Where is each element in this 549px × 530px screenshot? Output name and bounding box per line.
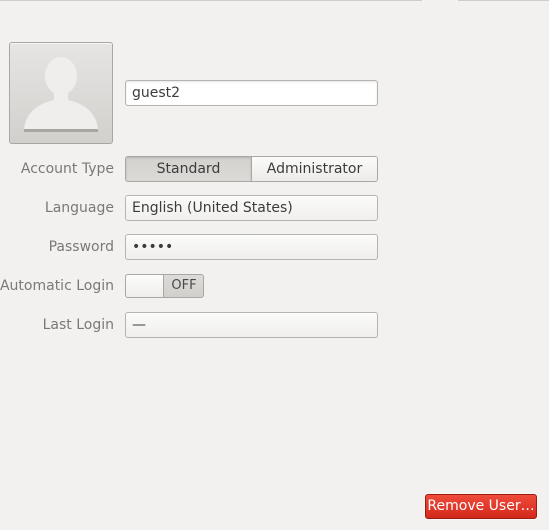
user-name-field[interactable]: guest2	[125, 80, 378, 106]
account-type-label: Account Type	[20, 161, 114, 177]
account-type-administrator-button[interactable]: Administrator	[252, 157, 377, 181]
password-label: Password	[48, 239, 114, 255]
language-button[interactable]: English (United States)	[125, 195, 378, 221]
account-type-standard-button[interactable]: Standard	[126, 157, 252, 181]
user-account-panel: guest2 Account Type Standard Administrat…	[0, 0, 549, 530]
switch-state-text: OFF	[171, 278, 197, 293]
password-button[interactable]: •••••	[125, 234, 378, 260]
user-avatar-button[interactable]	[9, 42, 113, 144]
remove-user-button[interactable]: Remove User…	[425, 494, 537, 519]
language-label: Language	[44, 200, 114, 216]
automatic-login-switch[interactable]: OFF	[125, 274, 204, 298]
user-silhouette-icon	[24, 57, 98, 132]
last-login-button[interactable]: —	[125, 312, 378, 338]
switch-knob[interactable]	[126, 275, 164, 297]
top-divider-right	[458, 0, 549, 1]
automatic-login-label: Automatic Login	[0, 278, 114, 294]
top-divider	[0, 0, 422, 1]
account-type-selector: Standard Administrator	[125, 156, 378, 182]
last-login-label: Last Login	[42, 317, 114, 333]
